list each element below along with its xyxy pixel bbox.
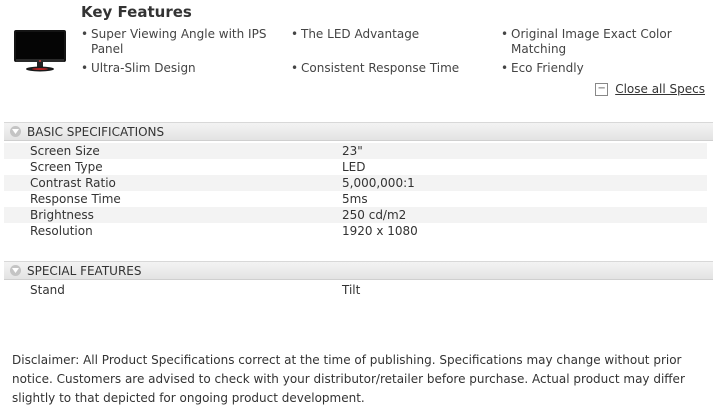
spec-value: 5ms <box>342 192 368 206</box>
section-title: SPECIAL FEATURES <box>27 263 142 278</box>
spec-value: 250 cd/m2 <box>342 208 407 222</box>
spec-label: Contrast Ratio <box>30 176 116 190</box>
spec-label: Screen Type <box>30 160 103 174</box>
key-feature-item: • Consistent Response Time <box>291 61 460 75</box>
bullet-icon: • <box>501 61 509 75</box>
key-feature-item: • Super Viewing Angle with IPS Panel <box>81 27 267 56</box>
spec-row: Resolution 1920 x 1080 <box>4 223 707 239</box>
spec-value: LED <box>342 160 366 174</box>
spec-row: Screen Type LED <box>4 159 707 175</box>
bullet-icon: • <box>501 27 509 41</box>
spec-row: Stand Tilt <box>4 282 707 298</box>
spec-row: Screen Size 23" <box>4 143 707 159</box>
spec-label: Response Time <box>30 192 121 206</box>
spec-row: Brightness 250 cd/m2 <box>4 207 707 223</box>
section-title: BASIC SPECIFICATIONS <box>27 124 165 139</box>
key-feature-item: • The LED Advantage <box>291 27 420 41</box>
key-feature-item: • Ultra-Slim Design <box>81 61 196 75</box>
spec-value: 1920 x 1080 <box>342 224 418 238</box>
spec-value: Tilt <box>342 283 361 297</box>
key-feature-item: • Eco Friendly <box>501 61 584 75</box>
close-all-specs-link[interactable]: Close all Specs <box>615 82 705 96</box>
spec-label: Stand <box>30 283 65 297</box>
spec-label: Brightness <box>30 208 94 222</box>
spec-row: Response Time 5ms <box>4 191 707 207</box>
bullet-icon: • <box>81 27 89 41</box>
minus-box-icon[interactable]: − <box>595 82 609 96</box>
chevron-down-icon[interactable] <box>10 126 21 137</box>
spec-value: 5,000,000:1 <box>342 176 415 190</box>
spec-value: 23" <box>342 144 363 158</box>
key-features-title: Key Features <box>81 3 192 21</box>
bullet-icon: • <box>291 61 299 75</box>
spec-label: Screen Size <box>30 144 100 158</box>
key-feature-item: • Original Image Exact Color Matching <box>501 27 672 56</box>
spec-label: Resolution <box>30 224 93 238</box>
monitor-product-image <box>12 26 68 74</box>
disclaimer-text: Disclaimer: All Product Specifications c… <box>12 353 685 405</box>
close-all-specs-control[interactable]: − Close all Specs <box>595 82 705 96</box>
special-features-header[interactable]: SPECIAL FEATURES <box>4 261 713 280</box>
basic-specifications-header[interactable]: BASIC SPECIFICATIONS <box>4 122 713 141</box>
chevron-down-icon[interactable] <box>10 265 21 276</box>
bullet-icon: • <box>81 61 89 75</box>
spec-row: Contrast Ratio 5,000,000:1 <box>4 175 707 191</box>
bullet-icon: • <box>291 27 299 41</box>
